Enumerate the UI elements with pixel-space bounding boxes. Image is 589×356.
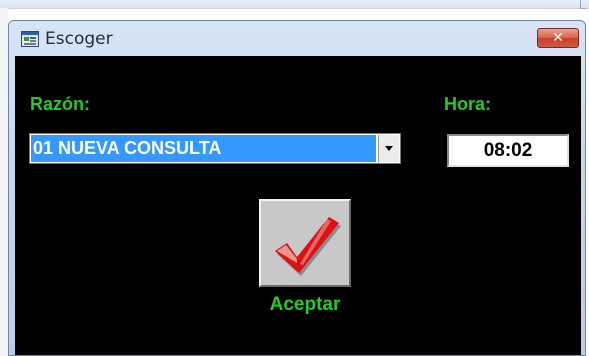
dropdown-arrow-button[interactable] <box>378 135 399 162</box>
background-window-corner <box>580 0 586 9</box>
time-label: Hora: <box>444 94 492 114</box>
background-window-edge <box>0 0 589 9</box>
reason-label: Razón: <box>30 94 90 114</box>
accept-button[interactable] <box>259 199 351 287</box>
screen: Escoger ✕ Razón: Hora: 01 NUEVA CONSULTA… <box>0 0 589 356</box>
checkmark-icon <box>275 217 341 276</box>
window-title: Escoger <box>45 29 113 49</box>
close-button[interactable]: ✕ <box>537 28 579 48</box>
app-window-icon <box>21 31 39 47</box>
reason-dropdown[interactable]: 01 NUEVA CONSULTA <box>29 133 401 164</box>
chevron-down-icon <box>385 146 393 151</box>
close-icon: ✕ <box>552 30 564 46</box>
reason-selected-value: 01 NUEVA CONSULTA <box>31 135 376 162</box>
background-window-side <box>0 8 8 356</box>
dialog-client-area: Razón: Hora: 01 NUEVA CONSULTA 08:02 Ace… <box>15 56 581 355</box>
title-bar[interactable]: Escoger ✕ <box>9 21 585 54</box>
time-field[interactable]: 08:02 <box>447 134 569 167</box>
accept-label: Aceptar <box>269 294 341 315</box>
escoger-dialog: Escoger ✕ Razón: Hora: 01 NUEVA CONSULTA… <box>8 20 586 356</box>
